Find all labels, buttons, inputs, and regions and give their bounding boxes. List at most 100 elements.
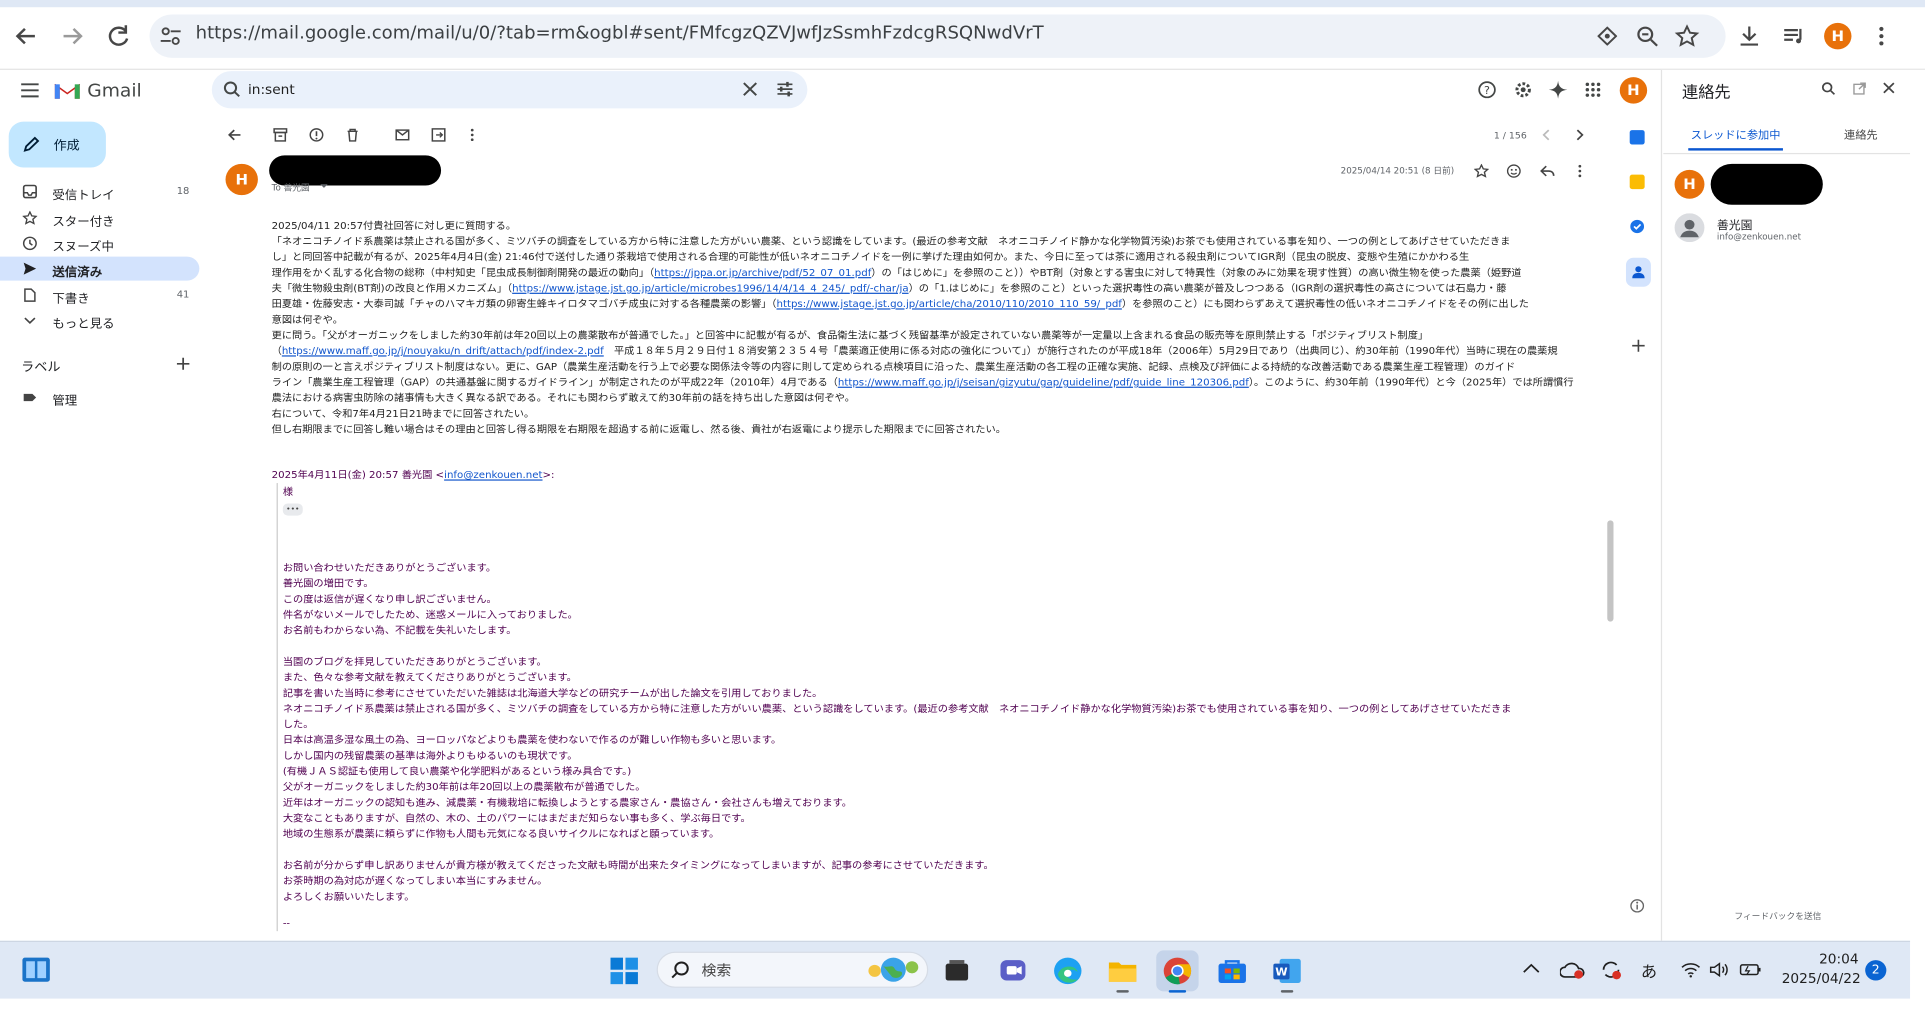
star-icon[interactable] bbox=[1473, 163, 1489, 178]
nav-item-inbox[interactable]: 受信トレイ 18 bbox=[0, 179, 199, 203]
volume-icon[interactable] bbox=[1709, 961, 1729, 978]
more-actions-icon[interactable] bbox=[468, 128, 475, 142]
send-icon bbox=[22, 261, 37, 275]
delete-icon[interactable] bbox=[345, 128, 360, 142]
open-new-window-icon[interactable] bbox=[1853, 82, 1867, 95]
browser-menu-icon[interactable] bbox=[1875, 24, 1887, 48]
lens-icon[interactable] bbox=[1597, 26, 1618, 46]
profile-avatar[interactable]: H bbox=[1824, 22, 1852, 50]
nav-count-drafts: 41 bbox=[176, 289, 190, 300]
quoted-line: 日本は高温多湿な風土の為、ヨーロッパなどよりも農薬を使わないで作るのが難しい作物… bbox=[282, 733, 782, 746]
site-settings-icon[interactable] bbox=[159, 27, 181, 46]
reload-icon[interactable] bbox=[105, 23, 132, 50]
sender-avatar[interactable]: H bbox=[225, 163, 258, 196]
search-input[interactable]: in:sent bbox=[248, 82, 295, 98]
calendar-icon[interactable] bbox=[1629, 130, 1645, 145]
add-addon-icon[interactable] bbox=[1631, 338, 1646, 352]
store-icon[interactable] bbox=[1217, 958, 1247, 985]
contacts-person-icon[interactable] bbox=[1632, 265, 1645, 279]
close-panel-icon[interactable] bbox=[1883, 82, 1895, 94]
send-feedback-link[interactable]: フィードバックを送信 bbox=[1734, 911, 1821, 923]
recipient-line[interactable]: To 善光園 bbox=[272, 182, 310, 194]
back-to-list-icon[interactable] bbox=[227, 128, 242, 142]
show-hidden-icons-chevron-up-icon[interactable] bbox=[1523, 962, 1540, 974]
keep-icon[interactable] bbox=[1629, 174, 1645, 190]
task-view-icon[interactable] bbox=[943, 958, 970, 985]
search-options-icon[interactable] bbox=[776, 81, 793, 98]
newer-icon[interactable] bbox=[1541, 129, 1551, 141]
redacted-participant-name bbox=[1710, 163, 1823, 205]
quoted-line: 近年はオーガニックの認知も進み、減農薬・有機栽培に転換しようとする農家さん・農協… bbox=[282, 796, 852, 809]
gmail-logo-text[interactable]: Gmail bbox=[87, 80, 142, 102]
apps-grid-icon[interactable] bbox=[1585, 82, 1601, 98]
teams-chat-icon[interactable] bbox=[998, 956, 1028, 985]
download-icon[interactable] bbox=[1737, 24, 1762, 48]
main-menu-icon[interactable] bbox=[20, 82, 40, 99]
gemini-sparkle-icon[interactable] bbox=[1548, 80, 1568, 99]
body-link[interactable]: https://www.jstage.jst.go.jp/article/mic… bbox=[512, 282, 908, 294]
search-icon[interactable] bbox=[223, 81, 240, 98]
word-icon[interactable]: W bbox=[1272, 956, 1302, 985]
settings-gear-icon[interactable] bbox=[1514, 81, 1533, 99]
archive-icon[interactable] bbox=[273, 128, 288, 142]
svg-text:?: ? bbox=[1484, 84, 1490, 97]
support-icon[interactable]: ? bbox=[1478, 81, 1497, 99]
older-icon[interactable] bbox=[1575, 129, 1585, 141]
panel-search-icon[interactable] bbox=[1821, 82, 1836, 95]
search-bar[interactable] bbox=[211, 71, 808, 109]
move-to-icon[interactable] bbox=[431, 128, 446, 142]
add-label-icon[interactable] bbox=[176, 357, 191, 371]
report-spam-icon[interactable] bbox=[309, 128, 324, 142]
file-explorer-icon[interactable] bbox=[1108, 958, 1138, 985]
nav-item-drafts[interactable]: 下書き 41 bbox=[0, 283, 199, 307]
zoom-icon[interactable] bbox=[1636, 25, 1658, 47]
message-more-icon[interactable] bbox=[1576, 164, 1583, 178]
nav-item-sent[interactable]: 送信済み bbox=[0, 256, 200, 281]
quote-email-link[interactable]: info@zenkouen.net bbox=[444, 469, 542, 481]
account-avatar[interactable]: H bbox=[1619, 77, 1648, 104]
wifi-icon[interactable] bbox=[1681, 961, 1701, 978]
forward-icon[interactable] bbox=[59, 24, 86, 48]
gmail-logo-icon[interactable] bbox=[54, 81, 81, 100]
tab-contacts[interactable]: 連絡先 bbox=[1844, 126, 1878, 142]
url-text[interactable]: https://mail.google.com/mail/u/0/?tab=rm… bbox=[196, 24, 1044, 43]
widgets-icon[interactable] bbox=[21, 956, 51, 983]
nav-item-more[interactable]: もっと見る bbox=[0, 308, 199, 332]
ime-indicator[interactable]: あ bbox=[1641, 959, 1657, 982]
body-link[interactable]: https://www.maff.go.jp/j/seisan/gizyutu/… bbox=[838, 376, 1249, 388]
clear-search-icon[interactable] bbox=[743, 82, 758, 96]
tasks-icon[interactable] bbox=[1630, 219, 1645, 234]
message-scrollbar[interactable] bbox=[1607, 520, 1614, 622]
participant-avatar[interactable]: H bbox=[1674, 169, 1705, 199]
mark-unread-icon[interactable] bbox=[395, 128, 410, 142]
bookmark-star-icon[interactable] bbox=[1674, 24, 1700, 48]
contact-avatar-icon[interactable] bbox=[1674, 213, 1705, 243]
clock-date[interactable]: 2025/04/22 bbox=[1782, 971, 1861, 987]
body-link[interactable]: https://www.maff.go.jp/j/nouyaku/n_drift… bbox=[282, 345, 604, 357]
sync-alert-icon[interactable] bbox=[1600, 959, 1622, 981]
body-link[interactable]: https://jppa.or.jp/archive/pdf/52_07_01.… bbox=[654, 266, 871, 278]
reply-icon[interactable] bbox=[1540, 164, 1555, 178]
notification-badge[interactable]: 2 bbox=[1865, 960, 1887, 981]
battery-icon[interactable] bbox=[1739, 961, 1761, 978]
label-item-kanri[interactable]: 管理 bbox=[0, 385, 199, 409]
contact-name[interactable]: 善光園 bbox=[1717, 216, 1753, 232]
nav-item-starred[interactable]: スター付き bbox=[0, 206, 199, 230]
media-control-icon[interactable] bbox=[1782, 24, 1807, 48]
chevron-down-icon[interactable] bbox=[320, 183, 328, 190]
quote-header: 2025年4月11日(金) 20:57 善光園 <info@zenkouen.n… bbox=[271, 468, 555, 481]
show-trimmed-content-button[interactable]: ••• bbox=[282, 503, 303, 516]
edge-browser-icon[interactable] bbox=[1053, 956, 1083, 985]
chrome-browser-icon[interactable] bbox=[1162, 956, 1192, 985]
nav-item-snoozed[interactable]: スヌーズ中 bbox=[0, 231, 199, 255]
contact-email[interactable]: info@zenkouen.net bbox=[1717, 232, 1801, 242]
start-windows-icon[interactable] bbox=[609, 956, 639, 985]
clock-time[interactable]: 20:04 bbox=[1819, 952, 1859, 968]
body-link[interactable]: https://www.jstage.jst.go.jp/article/cha… bbox=[776, 298, 1121, 310]
info-icon[interactable] bbox=[1630, 899, 1645, 913]
emoji-react-icon[interactable] bbox=[1506, 164, 1521, 178]
pagination-text: 1 / 156 bbox=[1493, 130, 1527, 141]
back-icon[interactable] bbox=[12, 24, 39, 48]
onedrive-icon[interactable] bbox=[1559, 960, 1585, 979]
tab-in-thread[interactable]: スレッドに参加中 bbox=[1691, 126, 1781, 142]
